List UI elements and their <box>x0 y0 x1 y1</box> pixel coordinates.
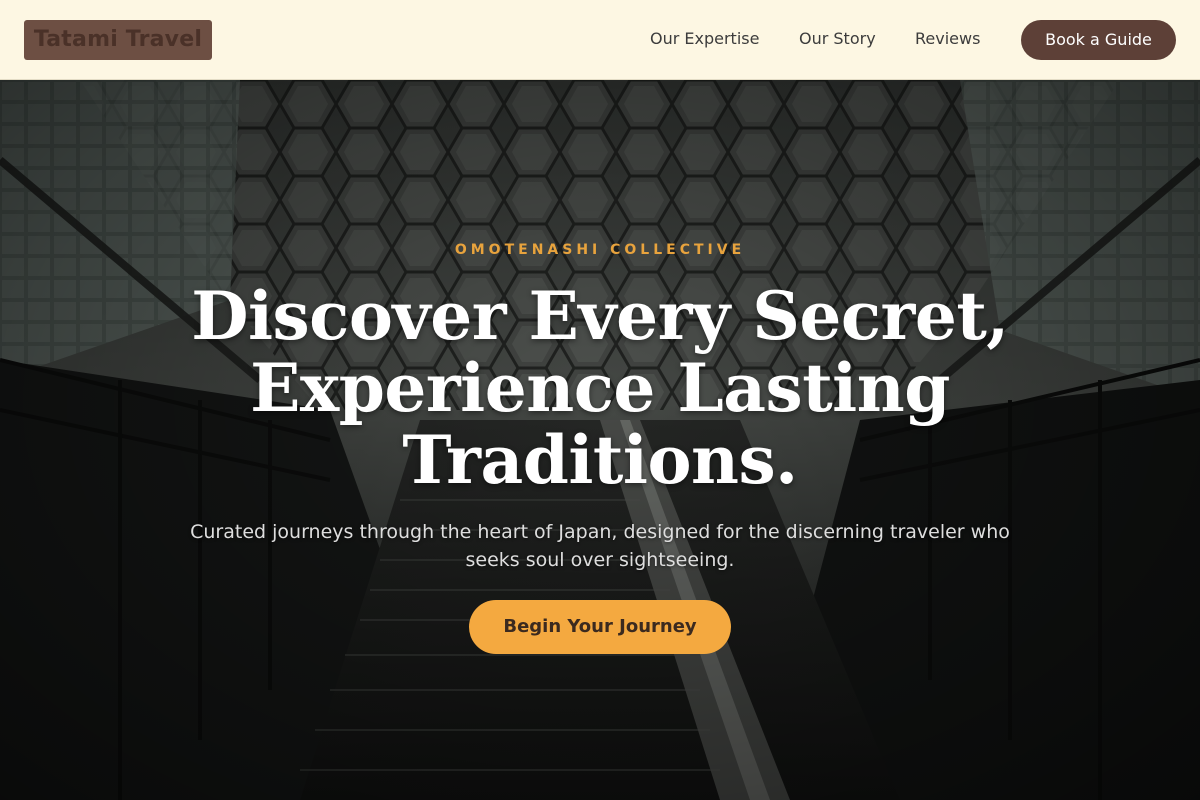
nav-link-our-story[interactable]: Our Story <box>799 29 876 49</box>
hero-headline: Discover Every Secret, Experience Lastin… <box>191 277 1009 499</box>
hero-eyebrow: OMOTENASHI COLLECTIVE <box>454 242 746 258</box>
landing-page: Tatami Travel Our Expertise Our Story Re… <box>0 0 1200 800</box>
site-header: Tatami Travel Our Expertise Our Story Re… <box>0 0 1200 80</box>
begin-journey-button[interactable]: Begin Your Journey <box>469 600 731 654</box>
nav-link-our-expertise[interactable]: Our Expertise <box>650 29 759 49</box>
hero-section: OMOTENASHI COLLECTIVE Discover Every Sec… <box>0 80 1200 800</box>
brand-logo[interactable]: Tatami Travel <box>24 20 212 60</box>
nav-link-reviews[interactable]: Reviews <box>915 29 980 49</box>
hero-subheading: Curated journeys through the heart of Ja… <box>190 521 1010 571</box>
book-a-guide-button[interactable]: Book a Guide <box>1021 20 1176 60</box>
